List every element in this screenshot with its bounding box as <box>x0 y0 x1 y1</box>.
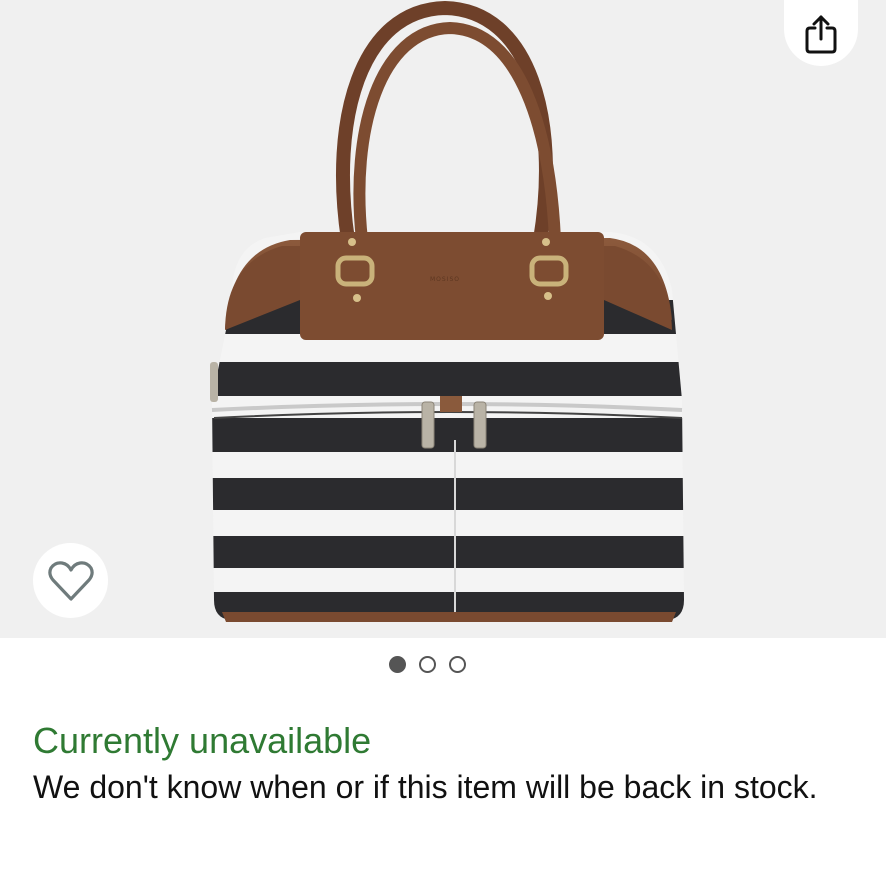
product-image-carousel[interactable]: MOSISO <box>0 0 886 638</box>
product-page: MOSISO Currently unavailable We don't kn… <box>0 0 886 886</box>
availability-status: Currently unavailable <box>33 720 372 761</box>
brand-stamp: MOSISO <box>430 276 461 283</box>
product-image[interactable] <box>0 0 886 638</box>
carousel-dot-2[interactable] <box>419 656 436 673</box>
carousel-indicator <box>389 656 466 673</box>
carousel-dot-1[interactable] <box>389 656 406 673</box>
heart-icon <box>47 560 94 601</box>
wishlist-button[interactable] <box>33 543 108 618</box>
carousel-dot-3[interactable] <box>449 656 466 673</box>
availability-section: Currently unavailable We don't know when… <box>33 718 853 810</box>
availability-message: We don't know when or if this item will … <box>33 769 818 805</box>
share-icon <box>805 15 837 54</box>
